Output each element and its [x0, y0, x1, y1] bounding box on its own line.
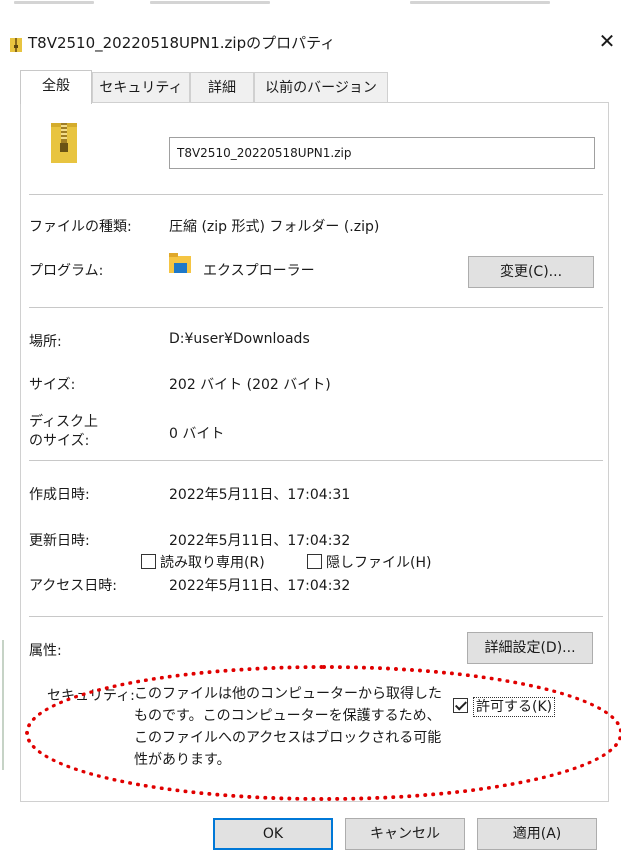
disk-size-label: ディスク上のサイズ:	[29, 413, 129, 451]
zip-file-icon	[51, 123, 77, 163]
location-label: 場所:	[29, 334, 62, 350]
readonly-label: 読み取り専用(R)	[160, 555, 265, 571]
tab-security[interactable]: セキュリティ	[92, 72, 190, 103]
explorer-folder-icon	[169, 253, 191, 273]
attributes-label: 属性:	[29, 643, 62, 659]
tab-details[interactable]: 詳細	[190, 72, 254, 103]
size-value: 202 バイト (202 バイト)	[169, 377, 331, 393]
disk-size-label-line: のサイズ:	[29, 433, 90, 449]
background-text-fragment	[150, 1, 270, 4]
security-message: このファイルは他のコンピューターから取得したものです。このコンピューターを保護す…	[134, 686, 442, 768]
background-text-fragment	[14, 1, 94, 4]
tab-general[interactable]: 全般	[20, 70, 92, 104]
close-button[interactable]: ✕	[596, 28, 618, 54]
background-edge	[2, 640, 4, 770]
advanced-attributes-button[interactable]: 詳細設定(D)...	[467, 632, 593, 664]
modified-label: 更新日時:	[29, 533, 90, 549]
zip-folder-icon	[10, 38, 22, 52]
allow-checkbox-row[interactable]: 許可する(K)	[453, 696, 603, 718]
disk-size-value: 0 バイト	[169, 426, 225, 442]
accessed-value: 2022年5月11日、17:04:32	[169, 578, 351, 594]
top-strip	[0, 0, 621, 10]
program-value: エクスプローラー	[203, 263, 315, 279]
title-bar: T8V2510_20220518UPN1.zipのプロパティ ✕	[0, 10, 621, 60]
accessed-label: アクセス日時:	[29, 578, 118, 594]
background-text-fragment	[410, 1, 550, 4]
divider	[29, 307, 603, 308]
apply-button[interactable]: 適用(A)	[477, 818, 597, 850]
allow-label: 許可する(K)	[473, 697, 556, 717]
window-title: T8V2510_20220518UPN1.zipのプロパティ	[28, 34, 336, 52]
disk-size-label-line: ディスク上	[29, 414, 99, 430]
modified-value: 2022年5月11日、17:04:32	[169, 533, 351, 549]
hidden-label: 隠しファイル(H)	[326, 555, 432, 571]
change-program-button[interactable]: 変更(C)...	[468, 256, 594, 288]
properties-dialog: T8V2510_20220518UPN1.zipのプロパティ ✕ 全般 セキュリ…	[0, 0, 621, 863]
allow-checkbox[interactable]	[453, 698, 468, 713]
type-value: 圧縮 (zip 形式) フォルダー (.zip)	[169, 219, 380, 235]
hidden-checkbox[interactable]	[307, 554, 322, 569]
disk-size-label-text: ディスク上のサイズ:	[29, 413, 129, 451]
filename-field[interactable]	[169, 137, 595, 169]
program-label: プログラム:	[29, 263, 104, 279]
type-label: ファイルの種類:	[29, 219, 132, 235]
divider	[29, 616, 603, 617]
divider	[29, 194, 603, 195]
tab-previous-versions[interactable]: 以前のバージョン	[254, 72, 388, 103]
ok-button[interactable]: OK	[213, 818, 333, 850]
readonly-checkbox[interactable]	[141, 554, 156, 569]
cancel-button[interactable]: キャンセル	[345, 818, 465, 850]
created-value: 2022年5月11日、17:04:31	[169, 487, 351, 503]
divider	[29, 460, 603, 461]
size-label: サイズ:	[29, 377, 76, 393]
security-label: セキュリティ:	[47, 688, 135, 704]
location-value: D:¥user¥Downloads	[169, 331, 310, 347]
created-label: 作成日時:	[29, 487, 90, 503]
